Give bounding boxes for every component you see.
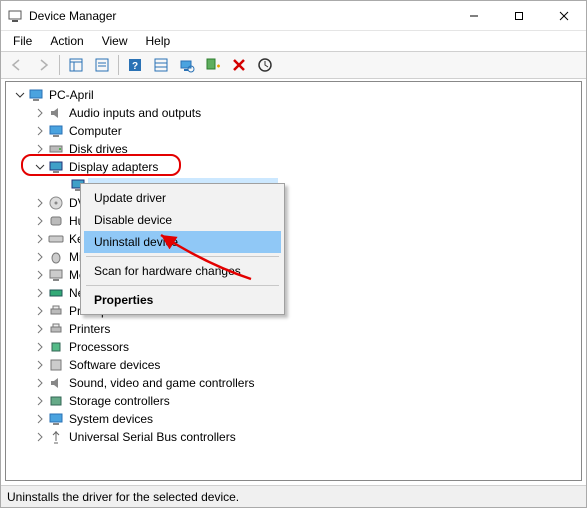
tree-item-printers[interactable]: Printers [10, 320, 581, 338]
update-driver-button[interactable] [253, 53, 277, 77]
chevron-right-icon[interactable] [32, 321, 48, 337]
speaker-icon [48, 105, 64, 121]
minimize-button[interactable] [451, 1, 496, 31]
scan-hardware-button[interactable] [175, 53, 199, 77]
usb-icon [48, 429, 64, 445]
toolbar: ? [1, 51, 586, 79]
tree-item-computer[interactable]: Computer [10, 122, 581, 140]
hid-icon [48, 213, 64, 229]
toolbar-separator [118, 55, 119, 75]
chevron-right-icon[interactable] [32, 213, 48, 229]
tree-item-storage[interactable]: Storage controllers [10, 392, 581, 410]
chevron-down-icon[interactable] [32, 159, 48, 175]
tree-item-processors[interactable]: Processors [10, 338, 581, 356]
speaker-icon [48, 375, 64, 391]
context-menu-disable-device[interactable]: Disable device [84, 209, 281, 231]
show-hide-tree-button[interactable] [64, 53, 88, 77]
dvd-icon [48, 195, 64, 211]
context-menu-update-driver[interactable]: Update driver [84, 187, 281, 209]
tree-item-usb[interactable]: Universal Serial Bus controllers [10, 428, 581, 446]
disk-icon [48, 141, 64, 157]
computer-icon [28, 87, 44, 103]
printer-icon [48, 321, 64, 337]
window-title: Device Manager [29, 9, 116, 23]
device-tree-panel: PC-April Audio inputs and outputs Comput… [5, 81, 582, 481]
maximize-button[interactable] [496, 1, 541, 31]
status-text: Uninstalls the driver for the selected d… [7, 490, 239, 504]
chevron-right-icon[interactable] [32, 249, 48, 265]
menu-help[interactable]: Help [138, 33, 179, 49]
svg-text:?: ? [132, 61, 138, 72]
storage-icon [48, 393, 64, 409]
views-button[interactable] [149, 53, 173, 77]
chevron-right-icon[interactable] [32, 231, 48, 247]
context-menu-separator [86, 256, 279, 257]
system-icon [48, 411, 64, 427]
chevron-right-icon[interactable] [32, 411, 48, 427]
toolbar-separator [59, 55, 60, 75]
chevron-right-icon[interactable] [32, 267, 48, 283]
tree-item-sound[interactable]: Sound, video and game controllers [10, 374, 581, 392]
chevron-right-icon[interactable] [32, 375, 48, 391]
keyboard-icon [48, 231, 64, 247]
context-menu: Update driver Disable device Uninstall d… [80, 183, 285, 315]
display-adapter-icon [48, 159, 64, 175]
mouse-icon [48, 249, 64, 265]
tree-root[interactable]: PC-April [10, 86, 581, 104]
chevron-right-icon[interactable] [32, 429, 48, 445]
title-bar: Device Manager [1, 1, 586, 31]
software-icon [48, 357, 64, 373]
tree-item-disk[interactable]: Disk drives [10, 140, 581, 158]
app-icon [7, 8, 23, 24]
tree-root-label: PC-April [46, 87, 97, 103]
chevron-right-icon[interactable] [32, 303, 48, 319]
tree-item-software[interactable]: Software devices [10, 356, 581, 374]
network-icon [48, 285, 64, 301]
context-menu-properties[interactable]: Properties [84, 289, 281, 311]
chevron-right-icon[interactable] [32, 339, 48, 355]
chevron-down-icon[interactable] [12, 87, 28, 103]
menu-action[interactable]: Action [42, 33, 91, 49]
chevron-right-icon[interactable] [32, 195, 48, 211]
back-button[interactable] [5, 53, 29, 77]
status-bar: Uninstalls the driver for the selected d… [1, 485, 586, 507]
context-menu-separator [86, 285, 279, 286]
chevron-right-icon[interactable] [32, 105, 48, 121]
monitor-icon [48, 267, 64, 283]
printer-icon [48, 303, 64, 319]
properties-button[interactable] [90, 53, 114, 77]
help-button[interactable]: ? [123, 53, 147, 77]
menu-bar: File Action View Help [1, 31, 586, 51]
add-legacy-button[interactable] [201, 53, 225, 77]
tree-item-audio[interactable]: Audio inputs and outputs [10, 104, 581, 122]
menu-file[interactable]: File [5, 33, 40, 49]
chevron-right-icon[interactable] [32, 141, 48, 157]
forward-button[interactable] [31, 53, 55, 77]
chevron-right-icon[interactable] [32, 393, 48, 409]
close-button[interactable] [541, 1, 586, 31]
context-menu-scan-hardware[interactable]: Scan for hardware changes [84, 260, 281, 282]
tree-item-display[interactable]: Display adapters [10, 158, 581, 176]
monitor-icon [48, 123, 64, 139]
chevron-right-icon[interactable] [32, 285, 48, 301]
menu-view[interactable]: View [94, 33, 136, 49]
context-menu-uninstall-device[interactable]: Uninstall device [84, 231, 281, 253]
chevron-right-icon[interactable] [32, 123, 48, 139]
chevron-right-icon[interactable] [32, 357, 48, 373]
cpu-icon [48, 339, 64, 355]
uninstall-button[interactable] [227, 53, 251, 77]
tree-item-system[interactable]: System devices [10, 410, 581, 428]
